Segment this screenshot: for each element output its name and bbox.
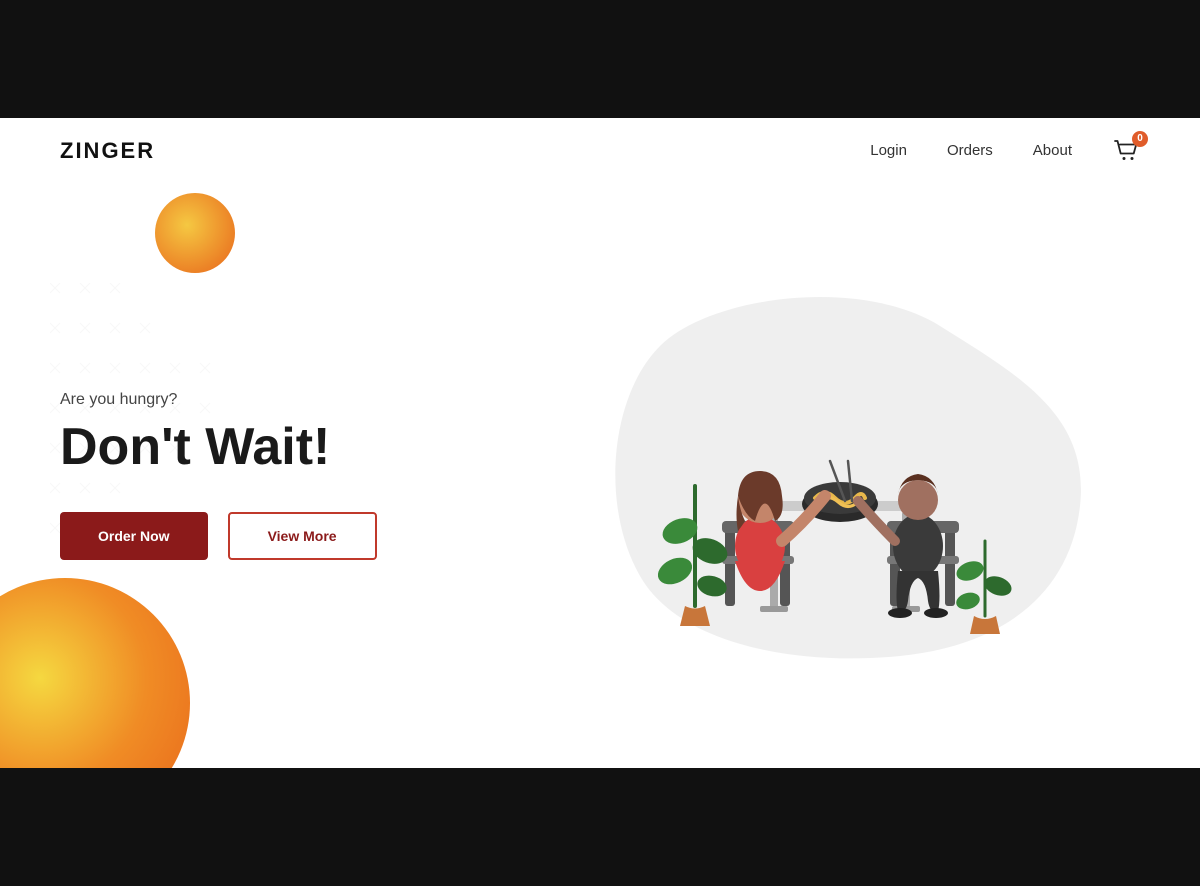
brand-logo: ZINGER xyxy=(60,138,155,164)
navbar: ZINGER Login Orders About 0 xyxy=(0,118,1200,183)
nav-links: Login Orders About 0 xyxy=(870,137,1140,165)
hero-subtitle: Are you hungry? xyxy=(60,391,540,409)
nav-login[interactable]: Login xyxy=(870,142,907,159)
cart-button[interactable]: 0 xyxy=(1112,137,1140,165)
deco-orange-circle xyxy=(155,193,235,273)
hero-section: Are you hungry? Don't Wait! Order Now Vi… xyxy=(0,183,1200,768)
dining-illustration xyxy=(630,306,1050,646)
nav-about[interactable]: About xyxy=(1033,142,1072,159)
deco-large-circle xyxy=(0,578,190,768)
main-area: ZINGER Login Orders About 0 xyxy=(0,118,1200,768)
hero-buttons: Order Now View More xyxy=(60,512,540,560)
hero-illustration xyxy=(540,183,1140,768)
bottom-black-bar xyxy=(0,768,1200,886)
hero-title: Don't Wait! xyxy=(60,419,540,476)
top-black-bar xyxy=(0,0,1200,118)
hero-text-block: Are you hungry? Don't Wait! Order Now Vi… xyxy=(60,391,540,560)
view-more-button[interactable]: View More xyxy=(228,512,377,560)
order-now-button[interactable]: Order Now xyxy=(60,512,208,560)
nav-orders[interactable]: Orders xyxy=(947,142,993,159)
cart-badge: 0 xyxy=(1132,131,1148,147)
